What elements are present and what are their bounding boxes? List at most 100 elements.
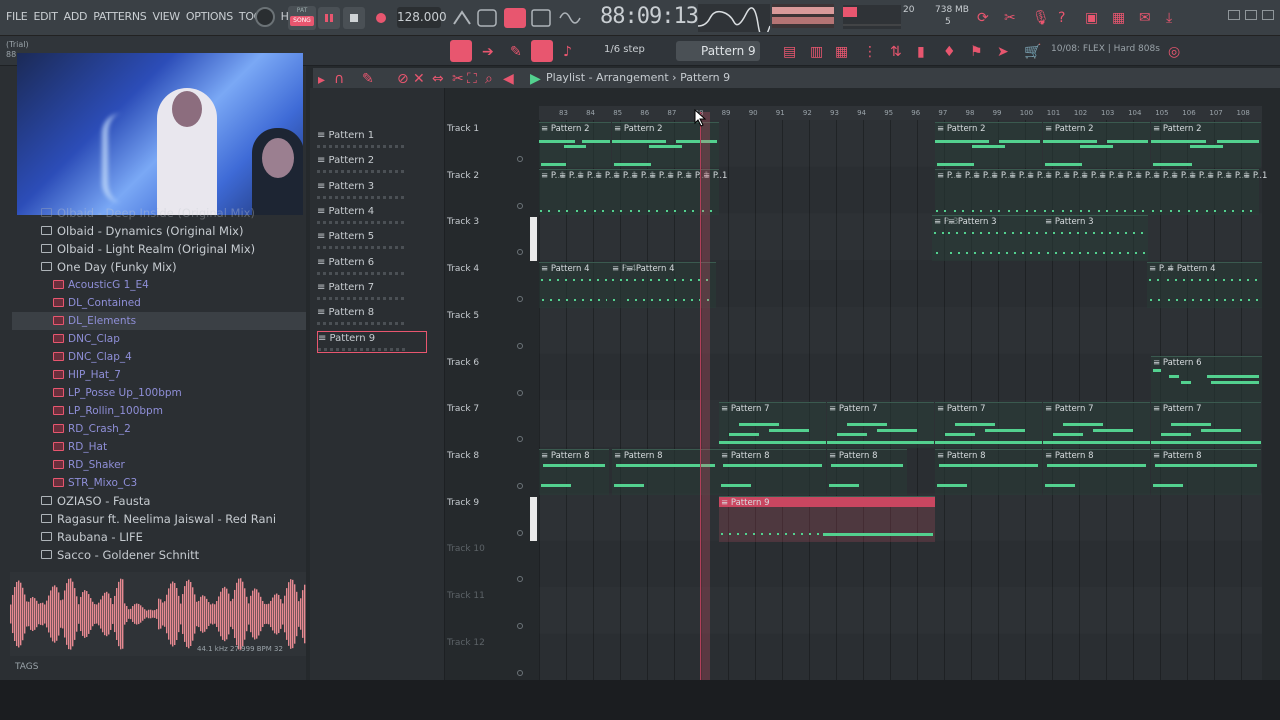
pattern-clip[interactable]: ≡ Pattern 8	[719, 448, 826, 495]
browser-folder[interactable]: Olbaid - Deep Inside (Original Mix)	[12, 204, 306, 222]
mixer-icon[interactable]: ▦	[1112, 10, 1125, 26]
pattern-clip[interactable]: ≡ P..1	[1097, 168, 1123, 215]
pattern-button-7[interactable]: ≡ Pattern 7	[317, 281, 427, 303]
browser-icon[interactable]: ▮	[917, 44, 925, 60]
track-header-2[interactable]: Track 2	[447, 171, 533, 181]
pattern-clip[interactable]: ≡ Pattern 3	[946, 215, 1043, 262]
pattern-clip[interactable]: ≡ Pattern 4	[539, 262, 610, 309]
arrow-right-icon[interactable]: ➔	[482, 44, 494, 60]
bell-icon[interactable]: ♪	[563, 44, 572, 60]
pattern-clip[interactable]: ≡ Pattern 7	[935, 402, 1042, 449]
paint-icon[interactable]: ✎	[362, 71, 374, 87]
pattern-clip[interactable]: ≡ P..1	[665, 168, 691, 215]
link-button[interactable]	[531, 40, 553, 62]
pattern-clip[interactable]: ≡ P..1	[1223, 168, 1249, 215]
pattern-clip[interactable]: ≡ P..1	[1169, 168, 1195, 215]
playhead[interactable]	[700, 112, 710, 680]
track-header-9[interactable]: Track 9	[447, 498, 533, 508]
pat-song-toggle[interactable]: PAT SONG	[288, 6, 316, 30]
pattern-clip[interactable]: ≡ P..1	[683, 168, 709, 215]
menu-edit[interactable]: EDIT	[33, 10, 57, 23]
browser-file[interactable]: DNC_Clap_4	[12, 348, 306, 366]
pencil-icon[interactable]: ✎	[510, 44, 522, 60]
pattern-clip[interactable]: ≡ P..1	[1079, 168, 1105, 215]
menu-patterns[interactable]: PATTERNS	[93, 10, 147, 23]
refresh-icon[interactable]: ⟳	[977, 10, 989, 26]
pattern-clip[interactable]: ≡ Pattern 3	[1043, 215, 1148, 262]
track-mute-indicator[interactable]	[517, 576, 523, 583]
pattern-clip[interactable]: ≡ Pattern 7	[1151, 402, 1261, 449]
track-header-4[interactable]: Track 4	[447, 264, 533, 274]
close-button[interactable]	[1262, 10, 1274, 20]
track-mute-indicator[interactable]	[517, 296, 523, 303]
track-mute-indicator[interactable]	[517, 482, 523, 489]
pattern-clip[interactable]: ≡ Pattern 7	[1043, 402, 1150, 449]
pattern-button-1[interactable]: ≡ Pattern 1	[317, 129, 427, 151]
browser-file[interactable]: HIP_Hat_7	[12, 366, 306, 384]
pattern-clip[interactable]: ≡ Pattern 4	[1165, 262, 1262, 309]
tools-icon[interactable]: ✂	[1004, 10, 1016, 26]
pattern-clip[interactable]: ≡ P..4	[610, 262, 636, 309]
browser-folder[interactable]: Olbaid - Light Realm (Original Mix)	[12, 240, 306, 258]
plugin-icon[interactable]: ⋮	[863, 44, 877, 60]
piano-roll-button[interactable]	[450, 40, 472, 62]
pattern-clip[interactable]: ≡ P..1	[1043, 168, 1069, 215]
pause-button[interactable]	[318, 7, 340, 29]
microphone-icon[interactable]: 🎙	[1032, 10, 1050, 26]
menu-options[interactable]: OPTIONS	[186, 10, 233, 23]
tempo-icon[interactable]: ⇅	[890, 44, 902, 60]
track-mute-indicator[interactable]	[517, 669, 523, 676]
pattern-button-3[interactable]: ≡ Pattern 3	[317, 180, 427, 202]
pattern-clip[interactable]: ≡ P..1	[1151, 168, 1177, 215]
menu-view[interactable]: VIEW	[152, 10, 180, 23]
track-mute-indicator[interactable]	[517, 623, 523, 629]
pattern-clip[interactable]: ≡ Pattern 2	[1043, 122, 1150, 168]
pattern-clip[interactable]: ≡ Pattern 8	[935, 448, 1042, 495]
pattern-menu-icon[interactable]: ▤	[783, 44, 796, 60]
pattern-clip[interactable]: ≡ P..1	[1187, 168, 1213, 215]
browser-file[interactable]: STR_Mixo_C3	[12, 474, 306, 492]
track-header-8[interactable]: Track 8	[447, 451, 533, 461]
snap-step[interactable]: 1/6 step	[604, 44, 645, 55]
maximize-button[interactable]	[1245, 10, 1257, 20]
pattern-clip[interactable]: ≡ Pattern 8	[827, 448, 907, 495]
browser-file[interactable]: RD_Shaker	[12, 456, 306, 474]
pattern-clip[interactable]: ≡ Pattern 2	[935, 122, 1042, 168]
pattern-button-4[interactable]: ≡ Pattern 4	[317, 205, 427, 227]
browser-folder[interactable]: Sacco - Goldener Schnitt	[12, 546, 306, 564]
magnet-icon[interactable]: ∩	[334, 71, 344, 87]
pattern-button-8[interactable]: ≡ Pattern 8	[317, 306, 427, 328]
slice-icon[interactable]: ✂	[452, 71, 464, 87]
browser-file[interactable]: DNC_Clap	[12, 330, 306, 348]
browser-file[interactable]: DL_Elements	[12, 312, 306, 330]
browser-file[interactable]: AcousticG 1_E4	[12, 276, 306, 294]
track-mute-indicator[interactable]	[517, 436, 523, 443]
pattern-clip[interactable]: ≡ Pattern 8	[539, 448, 609, 495]
mixer-view-icon[interactable]: ▦	[835, 44, 848, 60]
help-icon[interactable]: ?	[1058, 10, 1065, 26]
cart-icon[interactable]: 🛒	[1024, 44, 1041, 60]
browser-folder[interactable]: One Day (Funky Mix)	[12, 258, 306, 276]
plugin-db-icon[interactable]: ♦	[943, 44, 956, 60]
select-icon[interactable]: ⛶	[467, 71, 477, 87]
pattern-clip[interactable]: ≡ Pattern 8	[1043, 448, 1150, 495]
pattern-clip[interactable]: ≡ P..4	[1147, 262, 1173, 309]
browser-folder[interactable]: Olbaid - Dynamics (Original Mix)	[12, 222, 306, 240]
download-icon[interactable]: ⤓	[1166, 10, 1172, 26]
track-mute-indicator[interactable]	[517, 202, 523, 209]
pattern-selector[interactable]: Pattern 9	[676, 41, 760, 61]
pattern-clip[interactable]: ≡ P..1	[1025, 168, 1051, 215]
track-mute-indicator[interactable]	[517, 156, 523, 162]
track-header-1[interactable]: Track 1	[447, 124, 533, 134]
pattern-clip[interactable]: ≡ P..1	[1133, 168, 1159, 215]
track-header-11[interactable]: Track 11	[447, 591, 533, 601]
mute-icon[interactable]: ✕	[413, 71, 425, 87]
pattern-clip[interactable]: ≡ P..1	[1115, 168, 1141, 215]
pattern-clip[interactable]: ≡ P..1	[557, 168, 583, 215]
browser-file[interactable]: LP_Posse Up_100bpm	[12, 384, 306, 402]
pattern-clip[interactable]: ≡ P..1	[1061, 168, 1087, 215]
pattern-clip[interactable]: ≡ Pattern 8	[1151, 448, 1261, 495]
track-header-3[interactable]: Track 3	[447, 217, 533, 227]
track-mute-indicator[interactable]	[517, 249, 523, 256]
target-icon[interactable]: ◎	[1168, 44, 1180, 60]
